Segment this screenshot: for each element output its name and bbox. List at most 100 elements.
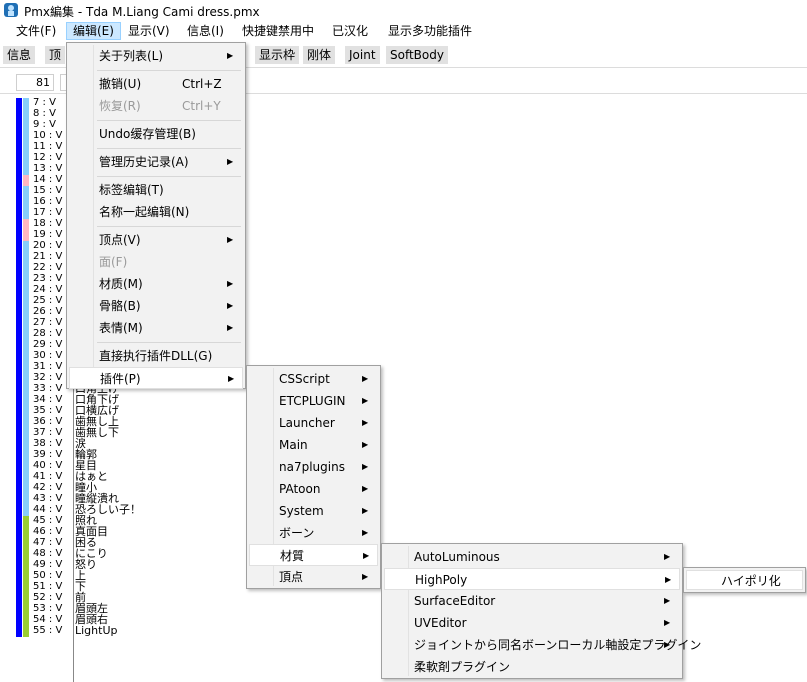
color-swatch [23,417,29,428]
color-swatch [16,351,22,362]
color-swatch [23,120,29,131]
plugin_menu-item-2[interactable]: Launcher ▶ [249,412,378,434]
plugin_menu-item-5[interactable]: PAtoon ▶ [249,478,378,500]
tab-0[interactable]: 信息 [3,46,36,64]
submenu-arrow-icon: ▶ [664,596,671,605]
highpoly-item-0[interactable]: ハイポリ化 [686,570,803,590]
menu-item-label: 撤销(U) [99,77,142,91]
menu-separator [97,176,241,177]
color-swatch [23,483,29,494]
color-swatch [23,505,29,516]
edit_menu-item-13: 面(F) [69,251,243,273]
tab-1[interactable]: 顶 [45,46,66,64]
edit_menu-item-0[interactable]: 关于列表(L) ▶ [69,45,243,67]
edit_menu-item-7[interactable]: 管理历史记录(A) ▶ [69,151,243,173]
color-swatch [16,417,22,428]
color-swatch [16,285,22,296]
plugin_menu-item-8[interactable]: 材質 ▶ [249,544,378,566]
menu-item-label: UVEditor [414,616,467,630]
color-swatch [16,197,22,208]
color-swatch [16,318,22,329]
color-swatch [23,274,29,285]
list-column-divider [73,389,74,682]
plugin_menu-item-4[interactable]: na7plugins ▶ [249,456,378,478]
submenu-arrow-icon: ▶ [363,551,370,560]
tab-3[interactable]: 刚体 [303,46,336,64]
material_menu-item-4[interactable]: ジョイントから同名ボーンローカル軸設定プラグイン ▶ [384,634,701,656]
menu-5[interactable]: 已汉化 [326,22,374,40]
color-swatch [16,175,22,186]
menu-item-label: 顶点(V) [99,233,141,247]
edit_menu-item-10[interactable]: 名称一起编辑(N) [69,201,243,223]
menu-item-shortcut: Ctrl+Z [182,77,222,91]
edit_menu-item-18[interactable]: 直接执行插件DLL(G) [69,345,243,367]
list-item[interactable]: 55 : V LightUp [14,625,154,637]
edit_menu-item-19[interactable]: 插件(P) ▶ [69,367,243,389]
color-swatch [23,604,29,615]
plugin_menu-item-0[interactable]: CSScript ▶ [249,368,378,390]
color-swatch [23,164,29,175]
menu-separator [97,120,241,121]
material_menu-item-3[interactable]: UVEditor ▶ [384,612,680,634]
color-swatch [23,230,29,241]
edit_menu-item-5[interactable]: Undo缓存管理(B) [69,123,243,145]
color-swatch [16,142,22,153]
menu-3[interactable]: 信息(I) [181,22,230,40]
plugin_menu-item-3[interactable]: Main ▶ [249,434,378,456]
edit_menu-item-15[interactable]: 骨骼(B) ▶ [69,295,243,317]
color-swatch [16,153,22,164]
index-field[interactable]: 81 [16,74,54,91]
menu-item-label: 面(F) [99,255,128,269]
menu-2[interactable]: 显示(V) [122,22,176,40]
material_menu-item-0[interactable]: AutoLuminous ▶ [384,546,680,568]
submenu-arrow-icon: ▶ [665,575,672,584]
submenu-arrow-icon: ▶ [362,506,369,515]
color-swatch [23,263,29,274]
menu-item-label: Main [279,438,308,452]
color-swatch [16,263,22,274]
menu-6[interactable]: 显示多功能插件 [382,22,478,40]
edit_menu-item-12[interactable]: 顶点(V) ▶ [69,229,243,251]
color-swatch [23,351,29,362]
menu-1[interactable]: 编辑(E) [66,22,121,40]
menu-item-label: 表情(M) [99,321,143,335]
menu-item-label: 材質 [280,549,305,563]
menu-0[interactable]: 文件(F) [10,22,62,40]
color-swatch [23,241,29,252]
edit_menu-item-14[interactable]: 材质(M) ▶ [69,273,243,295]
tab-2[interactable]: 显示枠 [255,46,300,64]
plugin_menu-item-6[interactable]: System ▶ [249,500,378,522]
submenu-arrow-icon: ▶ [227,301,234,310]
color-swatch [23,395,29,406]
tab-4[interactable]: Joint [345,46,380,64]
color-swatch [16,274,22,285]
color-swatch [23,560,29,571]
plugin_menu-item-7[interactable]: ボーン ▶ [249,522,378,544]
menu-4[interactable]: 快捷键禁用中 [236,22,320,40]
material_menu-item-5[interactable]: 柔軟剤プラグイン [384,656,680,678]
plugin_menu-item-9[interactable]: 頂点 ▶ [249,566,378,588]
menu-item-label: System [279,504,324,518]
color-swatch [16,406,22,417]
menu-item-label: 材质(M) [99,277,143,291]
tab-5[interactable]: SoftBody [386,46,448,64]
material_menu-item-1[interactable]: HighPoly ▶ [384,568,680,590]
edit_menu-item-2[interactable]: 撤销(U) Ctrl+Z [69,73,243,95]
menu-separator [97,226,241,227]
material-submenu: AutoLuminous ▶ HighPoly ▶ SurfaceEditor ▶ UVEd… [381,543,701,679]
submenu-arrow-icon: ▶ [362,462,369,471]
color-swatch [23,538,29,549]
plugin_menu-item-1[interactable]: ETCPLUGIN ▶ [249,390,378,412]
submenu-arrow-icon: ▶ [227,235,234,244]
edit_menu-item-16[interactable]: 表情(M) ▶ [69,317,243,339]
submenu-arrow-icon: ▶ [362,374,369,383]
material_menu-item-2[interactable]: SurfaceEditor ▶ [384,590,680,612]
menu-item-label: 名称一起编辑(N) [99,205,190,219]
color-swatch [23,527,29,538]
edit_menu-item-9[interactable]: 标签编辑(T) [69,179,243,201]
color-swatch [16,395,22,406]
submenu-arrow-icon: ▶ [227,323,234,332]
submenu-arrow-icon: ▶ [362,484,369,493]
color-swatch [23,197,29,208]
color-swatch [16,164,22,175]
